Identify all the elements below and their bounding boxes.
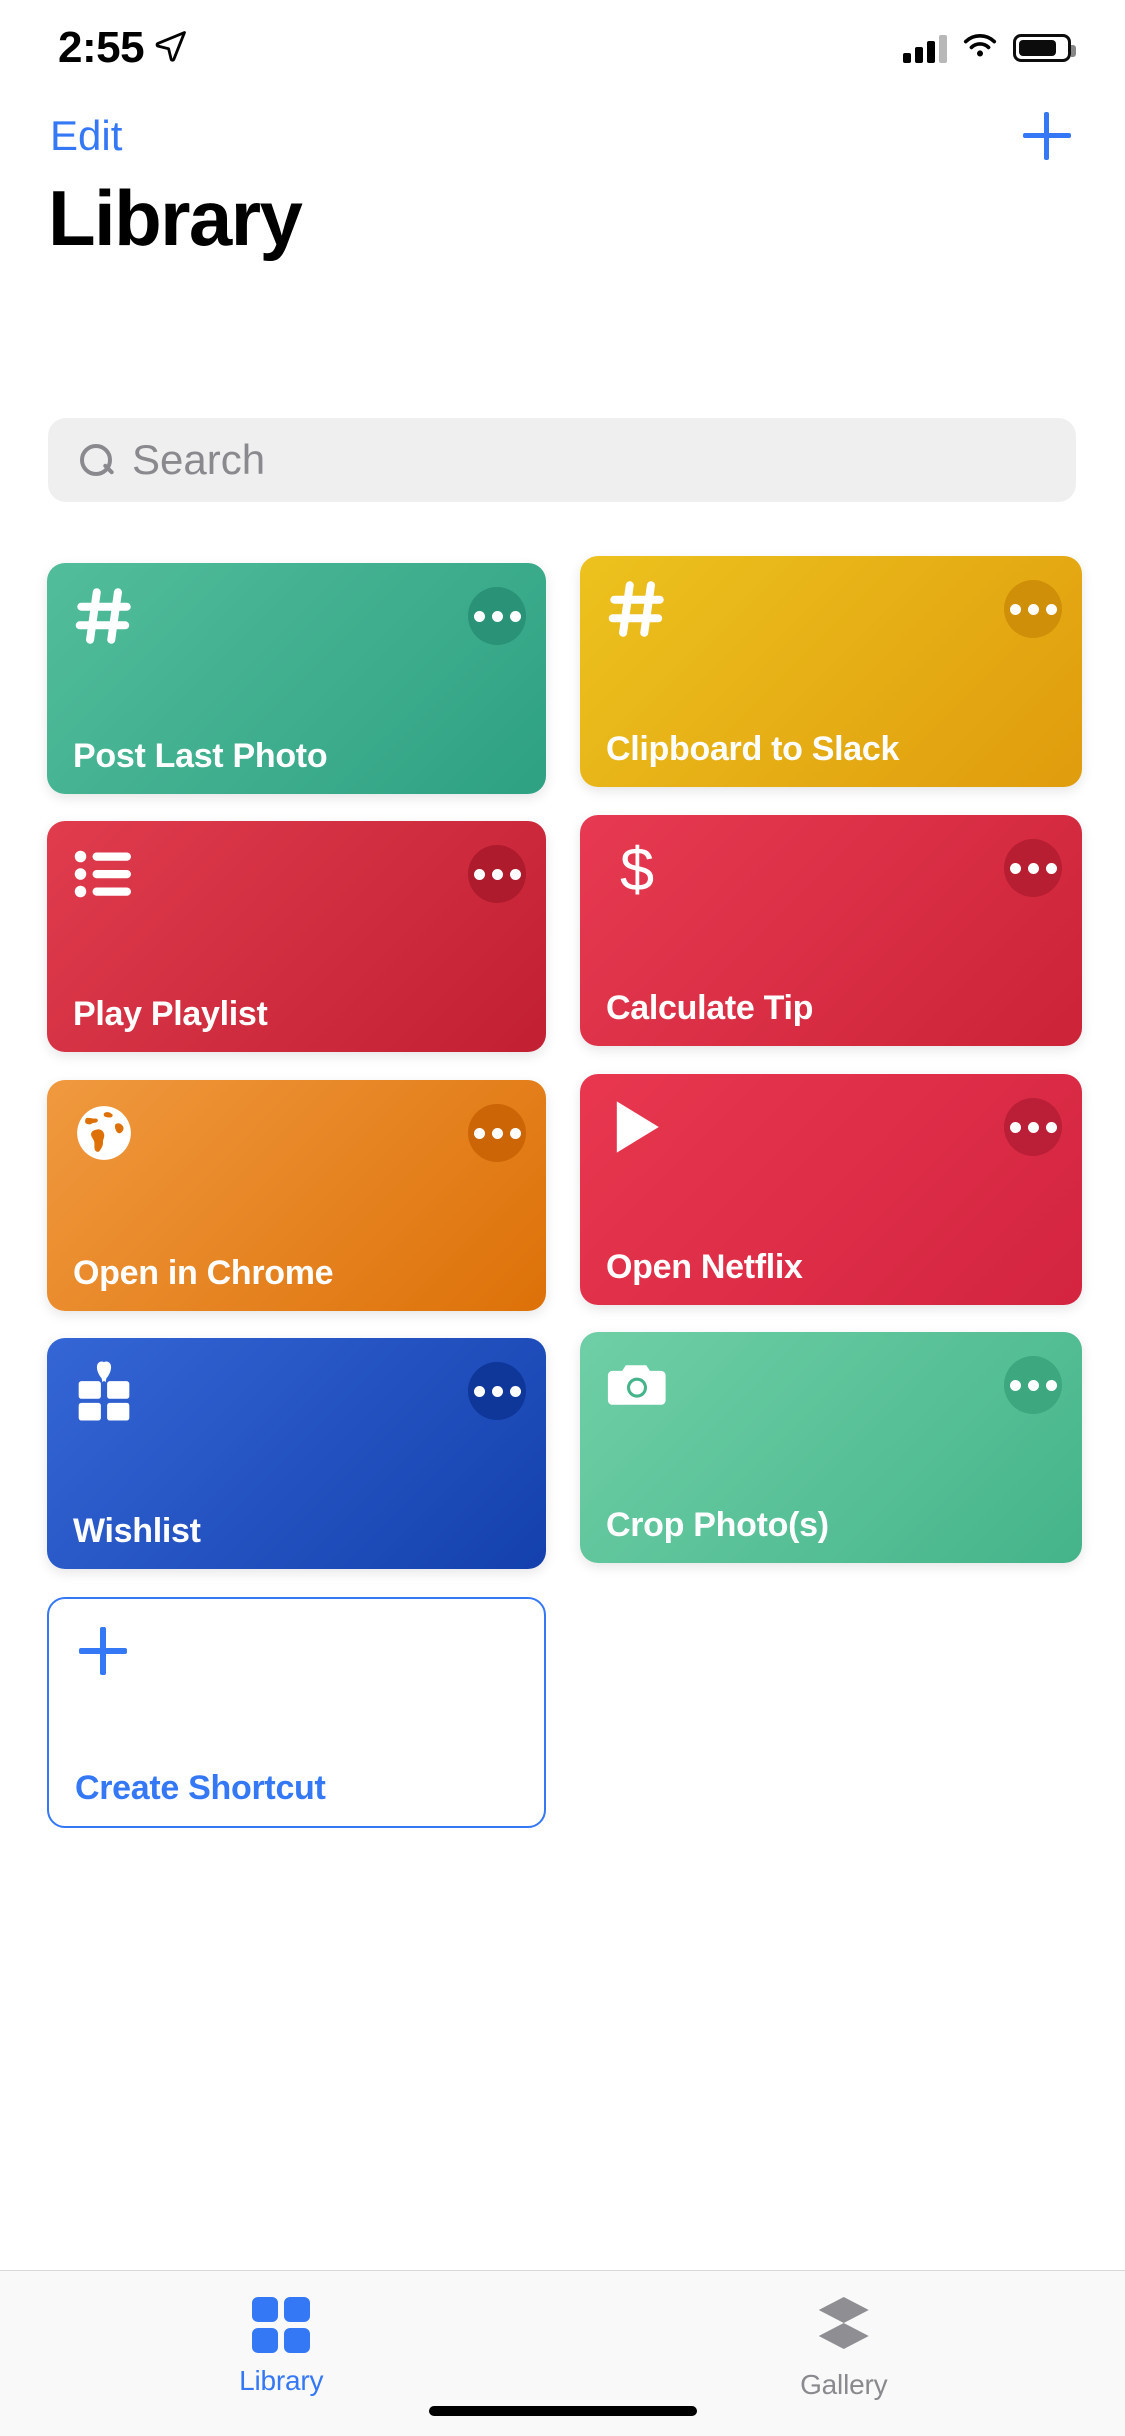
shortcut-options-button[interactable]	[1004, 839, 1062, 897]
navigation-bar: Edit	[0, 96, 1125, 176]
status-bar-right	[903, 31, 1076, 66]
shortcut-card[interactable]: Post Last Photo	[47, 563, 546, 794]
plus-icon	[77, 1625, 129, 1677]
status-time: 2:55	[58, 23, 145, 72]
globe-icon	[73, 1102, 135, 1164]
shortcut-options-button[interactable]	[468, 587, 526, 645]
shortcut-options-button[interactable]	[1004, 580, 1062, 638]
shortcut-options-button[interactable]	[468, 845, 526, 903]
hashtag-icon	[606, 578, 668, 640]
shortcut-card[interactable]: Wishlist	[47, 1338, 546, 1569]
add-shortcut-button[interactable]	[1017, 106, 1077, 166]
tab-gallery-label: Gallery	[800, 2369, 888, 2400]
shortcut-card-label: Open in Chrome	[73, 1254, 334, 1292]
status-bar: 2:55	[0, 0, 1125, 96]
shortcut-grid: Post Last Photo Clipboard to Slack Play Pl…	[0, 0, 1125, 2436]
shortcut-card[interactable]: Clipboard to Slack	[580, 556, 1082, 787]
svg-text:$: $	[620, 836, 654, 900]
tab-bar: Library Gallery	[0, 2270, 1125, 2436]
hashtag-icon	[73, 585, 135, 647]
battery-icon	[1013, 34, 1076, 62]
shortcut-card-label: Open Netflix	[606, 1248, 803, 1286]
shortcut-options-button[interactable]	[1004, 1098, 1062, 1156]
camera-icon	[606, 1354, 668, 1416]
dollar-sign-icon: $	[606, 836, 668, 900]
shortcut-options-button[interactable]	[468, 1104, 526, 1162]
search-icon	[78, 442, 114, 478]
shortcut-card-label: Clipboard to Slack	[606, 730, 900, 768]
search-field[interactable]: Search	[48, 418, 1076, 502]
search-placeholder: Search	[132, 436, 266, 483]
shortcut-card[interactable]: $ Calculate Tip	[580, 815, 1082, 1046]
location-arrow-icon	[154, 29, 188, 68]
shortcut-card[interactable]: Open Netflix	[580, 1074, 1082, 1305]
tab-library-label: Library	[239, 2365, 324, 2396]
wifi-icon	[961, 31, 999, 66]
layers-icon	[813, 2297, 875, 2357]
cellular-signal-icon	[903, 33, 947, 63]
shortcut-options-button[interactable]	[1004, 1356, 1062, 1414]
shortcut-card[interactable]: Crop Photo(s)	[580, 1332, 1082, 1563]
grid-squares-icon	[252, 2297, 311, 2353]
gift-icon	[73, 1360, 135, 1422]
shortcut-card[interactable]: Open in Chrome	[47, 1080, 546, 1311]
page-title: Library	[48, 174, 303, 262]
shortcut-card-label: Post Last Photo	[73, 737, 328, 775]
shortcut-options-button[interactable]	[468, 1362, 526, 1420]
create-shortcut-label: Create Shortcut	[75, 1769, 326, 1807]
create-shortcut-card[interactable]: Create Shortcut	[47, 1597, 546, 1828]
shortcut-card-label: Crop Photo(s)	[606, 1506, 829, 1544]
shortcut-card-label: Play Playlist	[73, 995, 268, 1033]
home-indicator	[428, 2406, 697, 2416]
bulleted-list-icon	[73, 843, 135, 905]
status-bar-left: 2:55	[58, 23, 188, 73]
play-triangle-icon	[606, 1096, 668, 1158]
shortcut-card-label: Wishlist	[73, 1512, 201, 1550]
shortcut-card[interactable]: Play Playlist	[47, 821, 546, 1052]
shortcut-card-label: Calculate Tip	[606, 989, 814, 1027]
edit-button[interactable]: Edit	[50, 112, 122, 160]
